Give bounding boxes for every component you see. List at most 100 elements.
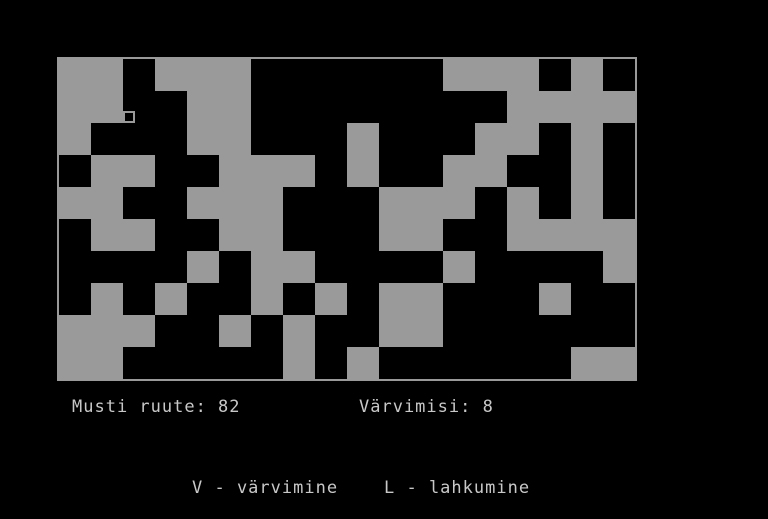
board-cell[interactable] xyxy=(571,59,603,91)
board-cell[interactable] xyxy=(219,219,251,251)
board-cell[interactable] xyxy=(539,347,571,379)
board-cell[interactable] xyxy=(59,347,91,379)
board-cell[interactable] xyxy=(443,219,475,251)
board-cell[interactable] xyxy=(411,219,443,251)
board-cell[interactable] xyxy=(155,187,187,219)
board-cell[interactable] xyxy=(507,155,539,187)
board-cell[interactable] xyxy=(347,315,379,347)
board-cell[interactable] xyxy=(443,251,475,283)
board-cell[interactable] xyxy=(219,283,251,315)
board-cell[interactable] xyxy=(155,155,187,187)
board-cell[interactable] xyxy=(251,315,283,347)
board-cell[interactable] xyxy=(123,347,155,379)
board-cell[interactable] xyxy=(443,187,475,219)
board-cell[interactable] xyxy=(411,315,443,347)
board-cell[interactable] xyxy=(91,251,123,283)
board-cell[interactable] xyxy=(123,187,155,219)
board-cell[interactable] xyxy=(475,155,507,187)
board-cell[interactable] xyxy=(539,123,571,155)
board-cell[interactable] xyxy=(603,123,635,155)
board-cell[interactable] xyxy=(539,187,571,219)
board-cell[interactable] xyxy=(539,283,571,315)
board-cell[interactable] xyxy=(379,315,411,347)
board-cell[interactable] xyxy=(347,219,379,251)
board-cell[interactable] xyxy=(315,283,347,315)
board-cell[interactable] xyxy=(347,59,379,91)
board-cell[interactable] xyxy=(59,91,91,123)
board-cell[interactable] xyxy=(59,251,91,283)
board-cell[interactable] xyxy=(571,283,603,315)
board-cell[interactable] xyxy=(59,123,91,155)
board-cell[interactable] xyxy=(411,59,443,91)
board-cell[interactable] xyxy=(571,187,603,219)
board-cell[interactable] xyxy=(283,123,315,155)
board-cell[interactable] xyxy=(187,283,219,315)
board-cell[interactable] xyxy=(443,123,475,155)
board-cell[interactable] xyxy=(571,347,603,379)
board-cell[interactable] xyxy=(59,59,91,91)
game-board[interactable] xyxy=(57,57,637,381)
board-cell[interactable] xyxy=(283,91,315,123)
board-cell[interactable] xyxy=(571,219,603,251)
board-cell[interactable] xyxy=(475,91,507,123)
board-cell[interactable] xyxy=(123,283,155,315)
board-cell[interactable] xyxy=(315,315,347,347)
board-cell[interactable] xyxy=(283,219,315,251)
board-cell[interactable] xyxy=(59,219,91,251)
board-cell[interactable] xyxy=(91,91,123,123)
board-cell[interactable] xyxy=(411,283,443,315)
board-cell[interactable] xyxy=(475,123,507,155)
board-cell[interactable] xyxy=(91,283,123,315)
board-cell[interactable] xyxy=(219,59,251,91)
board-cell[interactable] xyxy=(411,91,443,123)
board-cell[interactable] xyxy=(507,283,539,315)
board-cell[interactable] xyxy=(347,91,379,123)
board-cell[interactable] xyxy=(155,251,187,283)
board-cell[interactable] xyxy=(91,155,123,187)
board-cell[interactable] xyxy=(219,347,251,379)
board-cell[interactable] xyxy=(347,347,379,379)
board-cell[interactable] xyxy=(475,59,507,91)
board-cell[interactable] xyxy=(283,251,315,283)
board-cell[interactable] xyxy=(603,251,635,283)
board-cell[interactable] xyxy=(91,59,123,91)
board-cell[interactable] xyxy=(155,315,187,347)
board-cell[interactable] xyxy=(251,219,283,251)
board-cell[interactable] xyxy=(507,347,539,379)
board-cell[interactable] xyxy=(251,155,283,187)
board-cell[interactable] xyxy=(219,155,251,187)
board-cell[interactable] xyxy=(379,59,411,91)
board-cell[interactable] xyxy=(219,315,251,347)
board-cell[interactable] xyxy=(187,251,219,283)
board-cell[interactable] xyxy=(571,91,603,123)
board-cell[interactable] xyxy=(219,251,251,283)
board-cell[interactable] xyxy=(187,59,219,91)
board-cell[interactable] xyxy=(443,347,475,379)
board-cell[interactable] xyxy=(411,123,443,155)
board-cell[interactable] xyxy=(315,219,347,251)
board-cell[interactable] xyxy=(91,187,123,219)
board-cell[interactable] xyxy=(91,219,123,251)
board-cell[interactable] xyxy=(411,251,443,283)
board-cell[interactable] xyxy=(603,59,635,91)
board-cell[interactable] xyxy=(539,315,571,347)
board-cell[interactable] xyxy=(251,123,283,155)
board-cell[interactable] xyxy=(379,251,411,283)
board-cell[interactable] xyxy=(251,59,283,91)
board-cell[interactable] xyxy=(475,315,507,347)
board-cell[interactable] xyxy=(59,155,91,187)
board-cell[interactable] xyxy=(539,251,571,283)
board-cell[interactable] xyxy=(347,187,379,219)
board-cell[interactable] xyxy=(475,347,507,379)
board-cell[interactable] xyxy=(91,315,123,347)
board-cell[interactable] xyxy=(443,315,475,347)
board-cell[interactable] xyxy=(347,155,379,187)
board-cell[interactable] xyxy=(411,347,443,379)
board-cell[interactable] xyxy=(187,219,219,251)
board-cell[interactable] xyxy=(315,59,347,91)
board-cell[interactable] xyxy=(315,123,347,155)
board-cell[interactable] xyxy=(379,187,411,219)
board-cell[interactable] xyxy=(187,347,219,379)
board-cell[interactable] xyxy=(123,251,155,283)
board-cell[interactable] xyxy=(315,155,347,187)
